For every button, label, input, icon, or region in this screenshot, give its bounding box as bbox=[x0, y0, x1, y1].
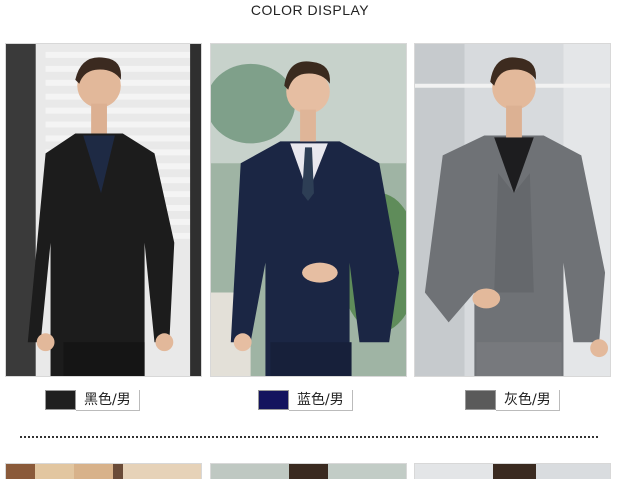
variant-option-navy[interactable]: 蓝色/男 bbox=[258, 388, 353, 412]
next-photo-3[interactable] bbox=[414, 463, 611, 479]
product-photo-black[interactable] bbox=[5, 43, 202, 377]
variant-option-gray[interactable]: 灰色/男 bbox=[465, 388, 560, 412]
color-swatch bbox=[45, 390, 76, 410]
variant-label: 蓝色/男 bbox=[289, 389, 353, 411]
next-photo-1[interactable] bbox=[5, 463, 202, 479]
product-photo-navy[interactable] bbox=[210, 43, 407, 377]
variant-label: 灰色/男 bbox=[496, 389, 560, 411]
color-swatch bbox=[465, 390, 496, 410]
variant-option-black[interactable]: 黑色/男 bbox=[45, 388, 140, 412]
model-black-suit-image bbox=[6, 44, 201, 376]
model-gray-suit-image bbox=[415, 44, 610, 376]
color-swatch bbox=[258, 390, 289, 410]
next-photo-2[interactable] bbox=[210, 463, 407, 479]
model-navy-suit-image bbox=[211, 44, 406, 376]
product-photo-gray[interactable] bbox=[414, 43, 611, 377]
page-title: COLOR DISPLAY bbox=[250, 2, 370, 18]
section-divider bbox=[20, 436, 598, 438]
variant-label: 黑色/男 bbox=[76, 389, 140, 411]
